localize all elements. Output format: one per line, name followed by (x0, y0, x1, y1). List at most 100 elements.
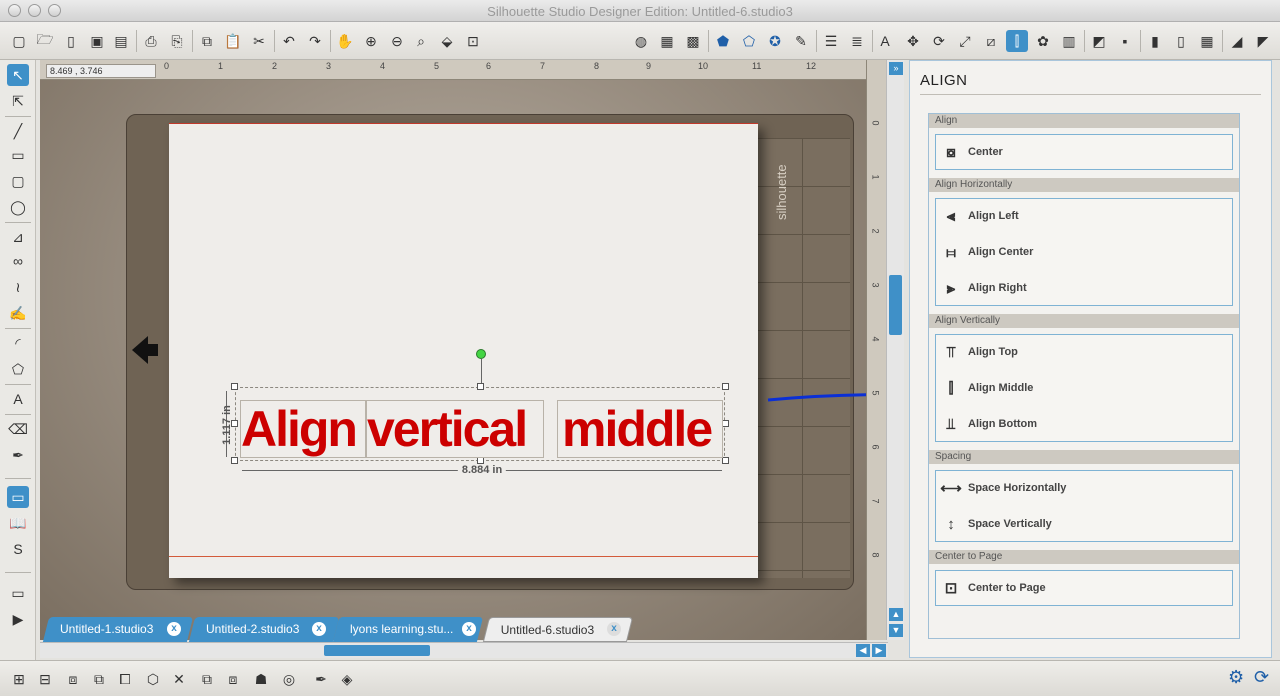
silhouette-store-icon[interactable]: S (7, 538, 29, 560)
vertical-scrollbar[interactable]: » ▲ ▼ (886, 60, 904, 640)
pan-hand-icon[interactable]: ✋ (334, 30, 356, 52)
bring-forward-icon[interactable]: ⧠ (114, 668, 136, 690)
line-tool-icon[interactable]: ╱ (7, 120, 29, 142)
design-page[interactable] (169, 123, 758, 578)
tab-lyons-learning[interactable]: lyons learning.stu... (332, 617, 484, 642)
smooth-freehand-icon[interactable]: ✍ (7, 302, 29, 324)
delete-icon[interactable]: ✕ (168, 668, 190, 690)
polygon-tool-icon[interactable]: ⊿ (7, 226, 29, 248)
line-color-bars-icon[interactable]: ☰ (820, 30, 842, 52)
open-folder-icon[interactable]: 🗁 (34, 30, 56, 52)
close-tab-icon[interactable]: x (607, 622, 621, 636)
sketch-icon[interactable]: ✎ (790, 30, 812, 52)
print-cut-icon[interactable]: ⎘ (166, 30, 188, 52)
horizontal-scrollbar[interactable]: ◀ ▶ (40, 642, 888, 658)
copy-icon[interactable]: ⧉ (196, 30, 218, 52)
scroll-right-icon[interactable]: ▶ (872, 644, 886, 657)
grid-icon[interactable]: ▦ (1196, 30, 1218, 52)
select-arrow-icon[interactable]: ↖ (7, 64, 29, 86)
scale-icon[interactable]: ⤢ (954, 30, 976, 52)
fill-color-icon[interactable]: ◍ (630, 30, 652, 52)
zoom-in-icon[interactable]: ⊕ (360, 30, 382, 52)
redo-icon[interactable]: ↷ (304, 30, 326, 52)
paste-icon[interactable]: 📋 (222, 30, 244, 52)
line-style-icon[interactable]: ⬠ (738, 30, 760, 52)
zoom-out-icon[interactable]: ⊖ (386, 30, 408, 52)
trace-icon[interactable]: ▪ (1114, 30, 1136, 52)
resize-handle[interactable] (722, 420, 729, 427)
shadow-icon[interactable]: ✪ (764, 30, 786, 52)
refresh-icon[interactable]: ⟳ (1254, 667, 1269, 688)
window-toggle-icon[interactable]: ▭ (7, 582, 29, 604)
save-sd-icon[interactable]: ▤ (110, 30, 132, 52)
resize-handle[interactable] (722, 457, 729, 464)
duplicate-icon[interactable]: ⧉ (196, 668, 218, 690)
align-middle-button[interactable]: ⫿ Align Middle (938, 373, 1228, 403)
resize-handle[interactable] (231, 383, 238, 390)
offset-icon[interactable]: ◩ (1088, 30, 1110, 52)
offset-rings-icon[interactable]: ◎ (278, 668, 300, 690)
registration-icon[interactable]: ▯ (1170, 30, 1192, 52)
shear-icon[interactable]: ⧄ (980, 30, 1002, 52)
scroll-down-icon[interactable]: ▼ (889, 624, 903, 637)
fill-gradient-icon[interactable]: ▦ (656, 30, 678, 52)
open-template-icon[interactable]: ▯ (60, 30, 82, 52)
play-panel-icon[interactable]: ▶ (7, 608, 29, 630)
weld-icon[interactable]: ☗ (250, 668, 272, 690)
knife-tool-icon[interactable]: ✒ (7, 444, 29, 466)
cut-settings-icon[interactable]: ◢ (1226, 30, 1248, 52)
design-word[interactable]: vertical (366, 400, 544, 458)
panel-expand-icon[interactable]: » (889, 62, 903, 75)
release-compound-icon[interactable]: ⧉ (88, 668, 110, 690)
resize-handle[interactable] (231, 457, 238, 464)
layer-icon[interactable]: ◈ (336, 668, 358, 690)
zoom-page-icon[interactable]: ⊡ (462, 30, 484, 52)
library-icon[interactable]: 📖 (7, 512, 29, 534)
new-doc-icon[interactable]: ▢ (8, 30, 30, 52)
close-tab-icon[interactable]: x (462, 622, 476, 636)
resize-handle[interactable] (477, 457, 484, 464)
cut-icon[interactable]: ✂ (248, 30, 270, 52)
resize-handle[interactable] (477, 383, 484, 390)
fill-pattern-icon[interactable]: ▩ (682, 30, 704, 52)
align-center-button[interactable]: ⧦ Align Center (938, 237, 1228, 267)
text-style-icon[interactable]: A (874, 30, 896, 52)
design-word[interactable]: middle (557, 400, 723, 458)
close-tab-icon[interactable]: x (312, 622, 326, 636)
rounded-rect-tool-icon[interactable]: ▢ (7, 170, 29, 192)
design-canvas[interactable]: silhouette Align vertical middle 8.884 i… (40, 60, 866, 640)
arc-tool-icon[interactable]: ◜ (7, 332, 29, 354)
ungroup-icon[interactable]: ⊟ (34, 668, 56, 690)
rectangle-tool-icon[interactable]: ▭ (7, 144, 29, 166)
resize-handle[interactable] (722, 383, 729, 390)
page-setup-icon[interactable]: ▮ (1144, 30, 1166, 52)
transform-icon[interactable]: ✥ (902, 30, 924, 52)
send-backward-icon[interactable]: ⬡ (142, 668, 164, 690)
text-tool-icon[interactable]: A (7, 388, 29, 410)
center-button[interactable]: ⧇ Center (938, 137, 1228, 167)
edit-points-icon[interactable]: ⇱ (7, 90, 29, 112)
align-bottom-button[interactable]: ⫫ Align Bottom (938, 409, 1228, 439)
horizontal-scroll-thumb[interactable] (324, 645, 430, 656)
undo-icon[interactable]: ↶ (278, 30, 300, 52)
mirror-icon[interactable]: ⧈ (222, 668, 244, 690)
align-top-button[interactable]: ⫪ Align Top (938, 337, 1228, 367)
settings-gear-icon[interactable]: ⚙ (1228, 667, 1244, 688)
vertical-scroll-thumb[interactable] (889, 275, 902, 335)
save-icon[interactable]: ▣ (86, 30, 108, 52)
design-word[interactable]: Align (240, 400, 366, 458)
replicate-icon[interactable]: ✿ (1032, 30, 1054, 52)
design-page-icon[interactable]: ▭ (7, 486, 29, 508)
print-icon[interactable]: ⎙ (140, 30, 162, 52)
align-icon[interactable]: ⫿ (1006, 30, 1028, 52)
align-right-button[interactable]: ⫸ Align Right (938, 273, 1228, 303)
space-vertically-button[interactable]: ↕ Space Vertically (938, 509, 1228, 539)
align-left-button[interactable]: ⫷ Align Left (938, 201, 1228, 231)
ellipse-tool-icon[interactable]: ◯ (7, 196, 29, 218)
group-icon[interactable]: ⊞ (8, 668, 30, 690)
zoom-select-icon[interactable]: ⌕ (410, 30, 432, 52)
send-to-cutter-icon[interactable]: ◤ (1252, 30, 1274, 52)
rotate-icon[interactable]: ⟳ (928, 30, 950, 52)
modify-icon[interactable]: ▥ (1058, 30, 1080, 52)
scroll-up-icon[interactable]: ▲ (889, 608, 903, 621)
